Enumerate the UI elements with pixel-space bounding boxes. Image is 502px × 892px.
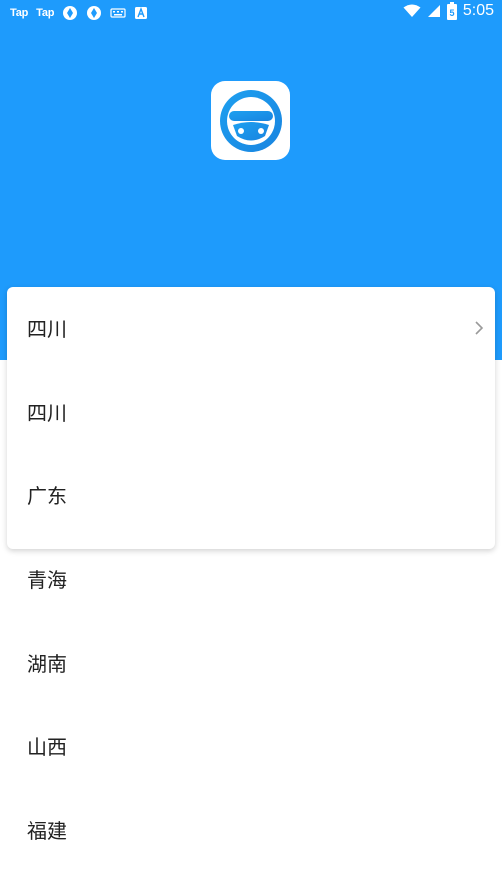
- battery-level: 5: [449, 8, 454, 18]
- wifi-icon: [403, 4, 421, 17]
- status-time: 5:05: [462, 2, 494, 19]
- steering-wheel-icon: [219, 89, 282, 152]
- battery-icon: 5: [446, 2, 457, 20]
- region-item[interactable]: 四川: [27, 399, 67, 427]
- region-item[interactable]: 青海: [27, 566, 67, 594]
- status-left: Tap Tap: [10, 5, 148, 21]
- aperture-icon: [87, 6, 102, 20]
- text-a-icon: [135, 7, 148, 19]
- region-item[interactable]: 广东: [27, 482, 67, 510]
- tap-app-icon: Tap: [36, 7, 55, 19]
- status-right: 5 5:05: [403, 2, 494, 20]
- region-item-selected[interactable]: 四川: [27, 315, 67, 343]
- aperture-icon: [63, 6, 78, 20]
- region-item[interactable]: 山西: [27, 733, 67, 761]
- region-item[interactable]: 福建: [27, 817, 67, 845]
- tap-app-icon: Tap: [10, 7, 29, 19]
- chevron-right-icon[interactable]: [472, 318, 486, 338]
- signal-icon: [427, 5, 440, 17]
- keyboard-icon: [110, 8, 126, 18]
- app-logo: [211, 81, 290, 160]
- status-bar: Tap Tap 5 5:05: [0, 0, 502, 26]
- region-list-card: [7, 287, 495, 549]
- region-item[interactable]: 湖南: [27, 650, 67, 678]
